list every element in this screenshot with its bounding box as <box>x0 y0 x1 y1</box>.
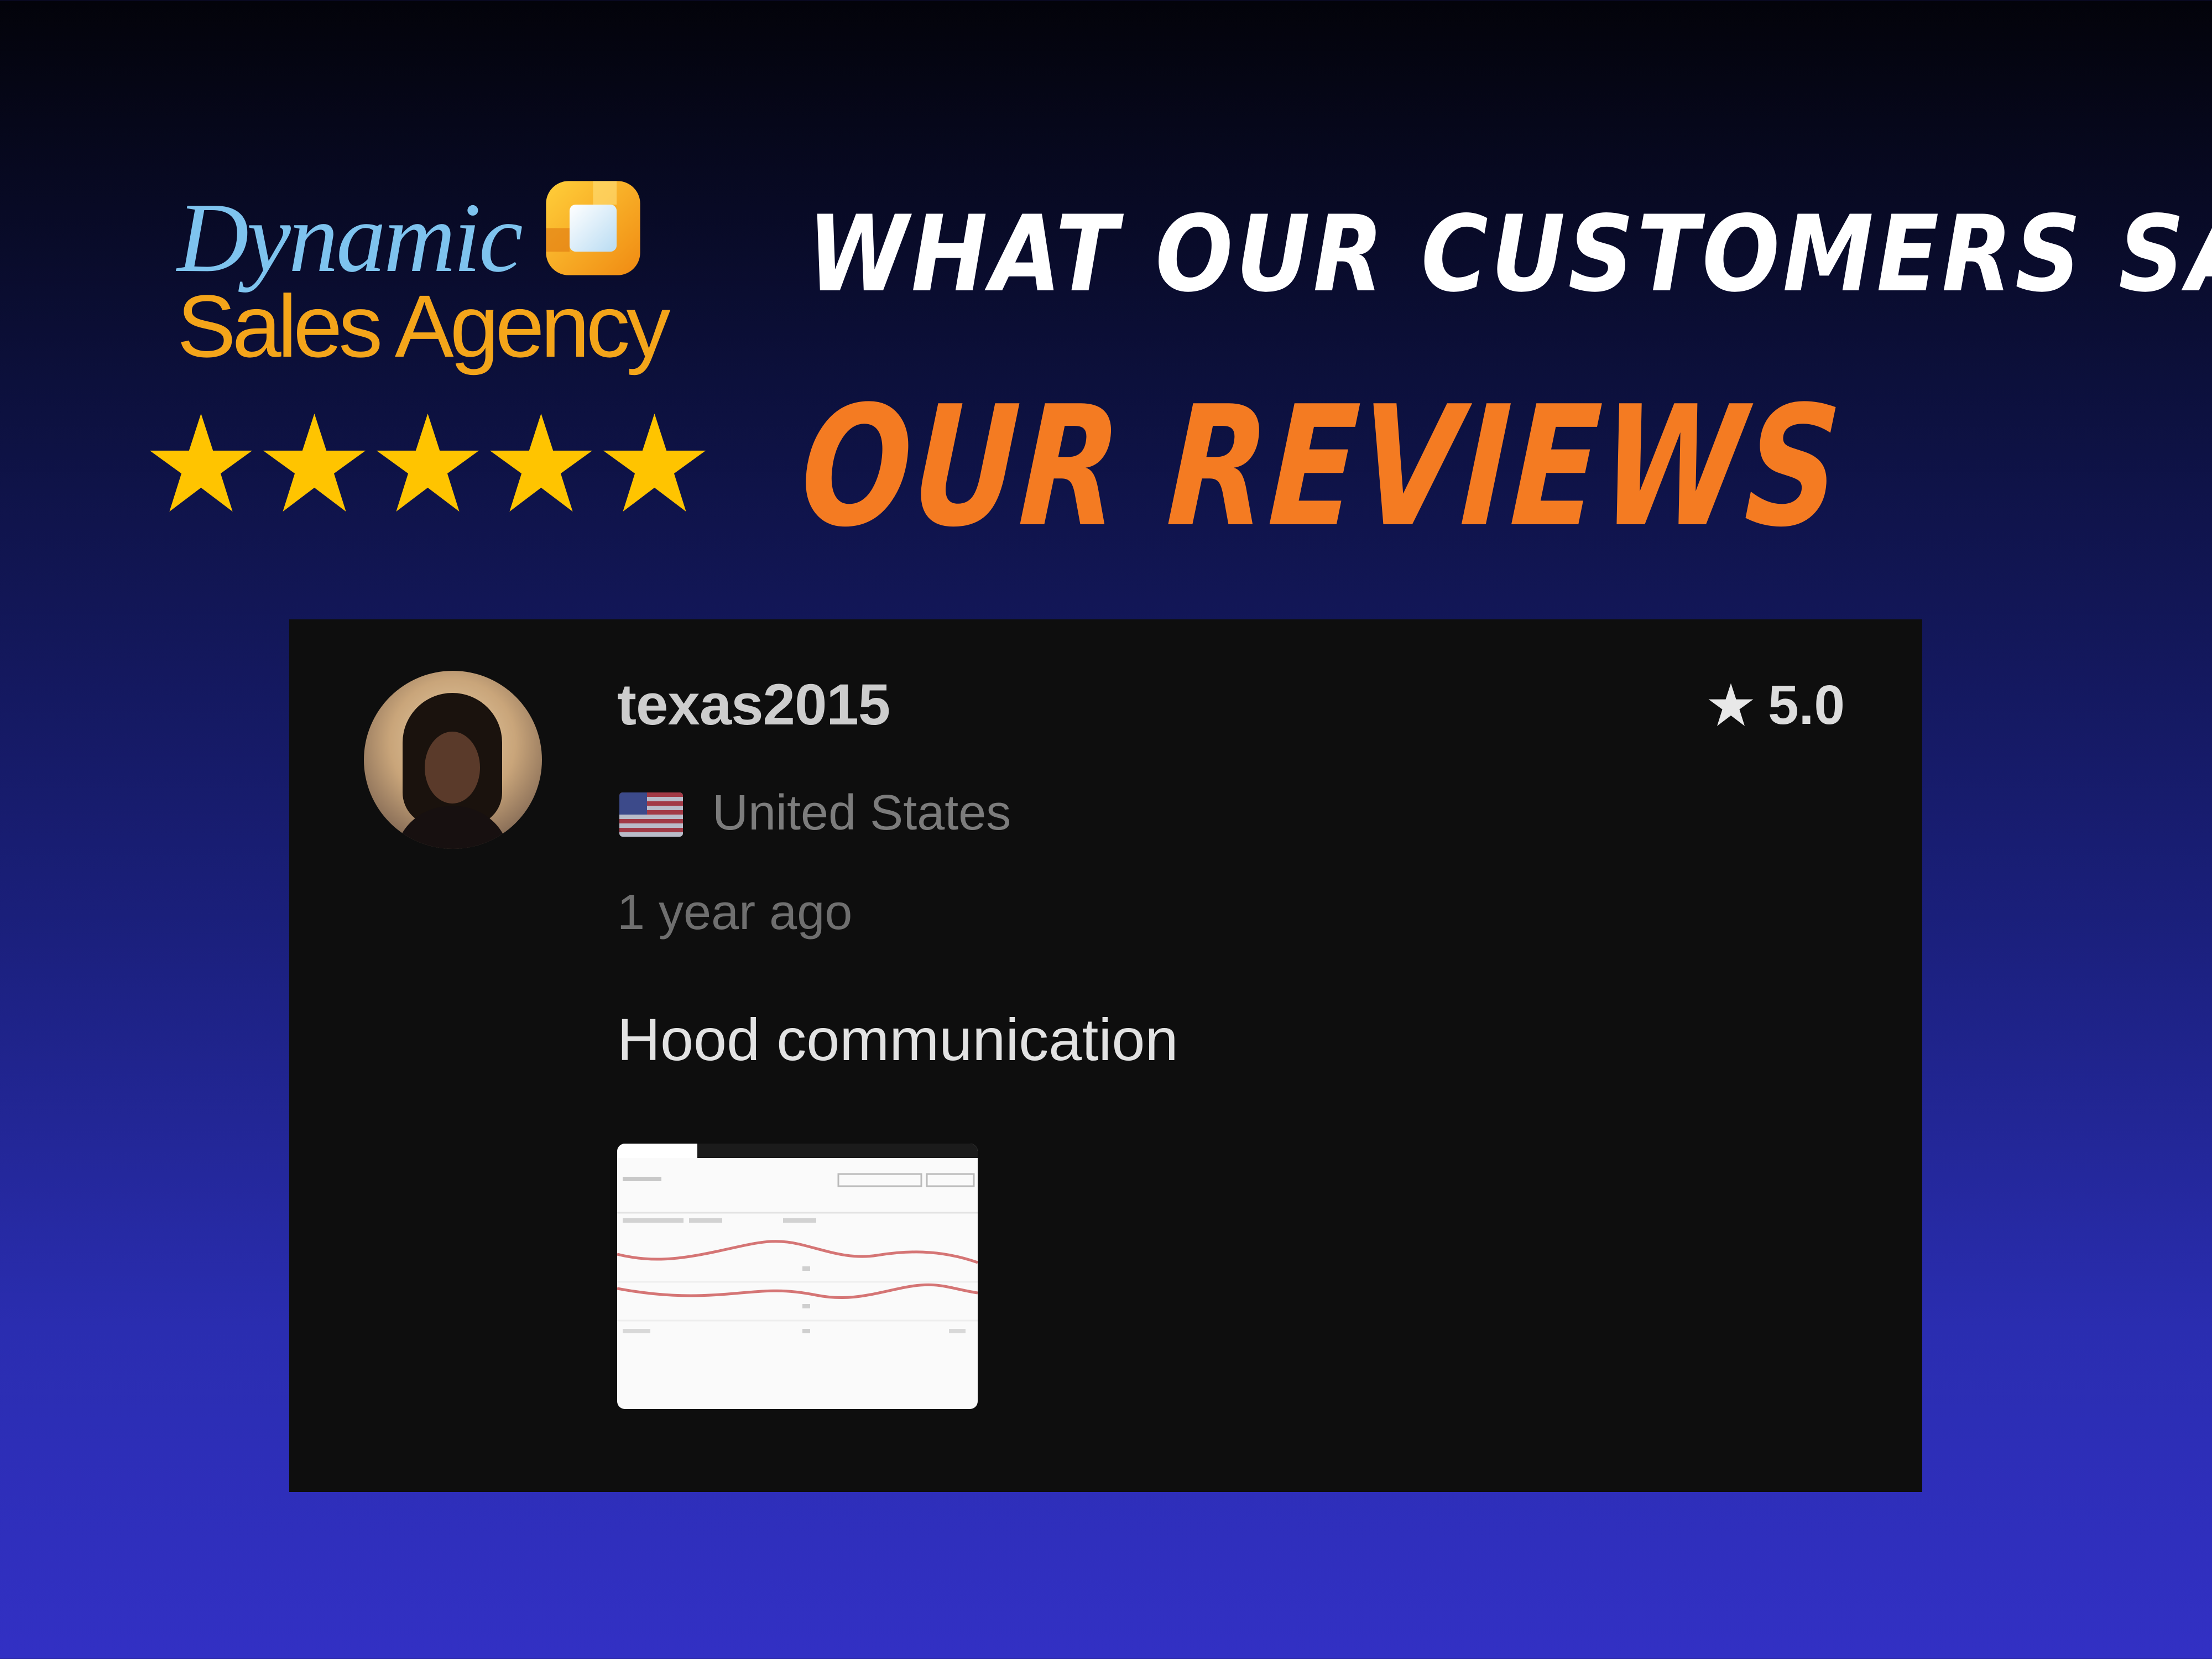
review-text: Hood communication <box>617 1006 1178 1073</box>
rating-value: 5.0 <box>1767 674 1845 736</box>
star-icon <box>376 413 479 512</box>
page-title: Our Reviews <box>796 371 1847 564</box>
star-icon <box>1708 683 1754 726</box>
review-rating: 5.0 <box>1707 675 1845 735</box>
star-icon <box>489 413 593 512</box>
brand-logo: Dynamic Sales Agency <box>166 166 719 376</box>
review-timestamp: 1 year ago <box>617 885 853 940</box>
star-icon <box>603 413 706 512</box>
five-star-rating <box>147 409 709 525</box>
brand-name-line2: Sales Agency <box>177 276 671 375</box>
us-flag-icon <box>619 792 683 837</box>
subtitle-heading: What our customers say <box>807 193 2212 315</box>
reviewer-username: texas2015 <box>617 672 890 737</box>
star-icon <box>263 413 366 512</box>
brand-mark-icon <box>546 181 640 275</box>
brand-name-line1: Dynamic <box>177 182 523 293</box>
reviewer-country: United States <box>712 785 1011 841</box>
review-card: texas2015 5.0 United States 1 year ago H… <box>289 619 1922 1492</box>
star-icon <box>149 413 253 512</box>
review-attachment-thumbnail[interactable] <box>617 1144 978 1409</box>
avatar <box>364 671 542 849</box>
chart-preview-icon <box>617 1173 978 1333</box>
